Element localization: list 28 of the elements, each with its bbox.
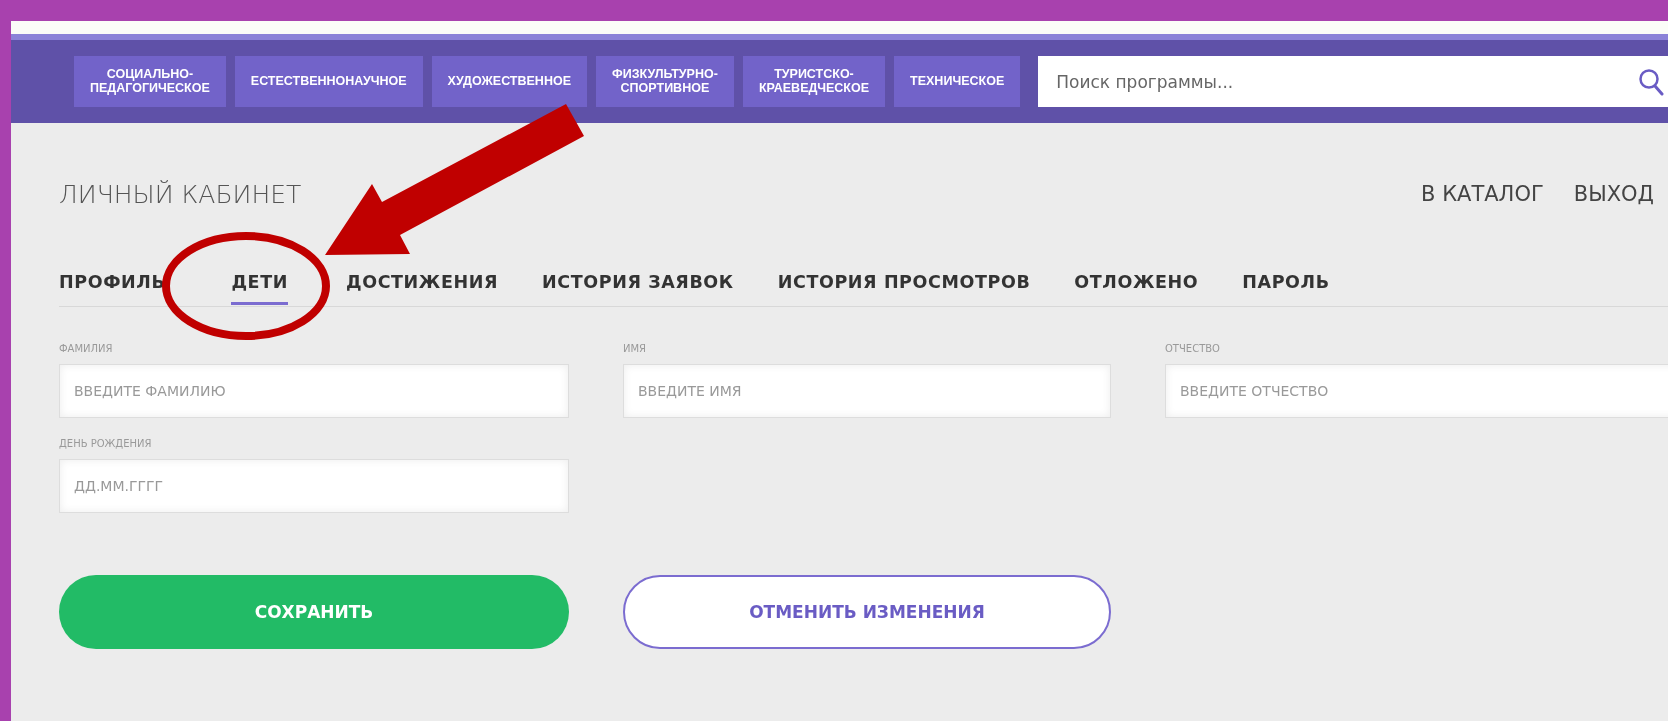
category-button[interactable]: ЕСТЕСТВЕННОНАУЧНОЕ xyxy=(234,56,423,107)
search-input[interactable]: Поиск программы... xyxy=(1054,70,1630,93)
field-label: ФАМИЛИЯ xyxy=(59,343,114,354)
input-field[interactable]: ДД.ММ.ГГГГ xyxy=(59,459,569,513)
tab[interactable]: ИСТОРИЯ ПРОСМОТРОВ xyxy=(777,271,1031,305)
category-button[interactable]: ХУДОЖЕСТВЕННОЕ xyxy=(431,56,587,107)
field-label: ДЕНЬ РОЖДЕНИЯ xyxy=(59,438,153,449)
tab[interactable]: ОТЛОЖЕНО xyxy=(1074,271,1199,305)
input-field[interactable]: ВВЕДИТЕ ФАМИЛИЮ xyxy=(59,364,569,418)
category-button[interactable]: ТЕХНИЧЕСКОЕ xyxy=(894,56,1021,107)
category-button[interactable]: ТУРИСТСКО- КРАЕВЕДЧЕСКОЕ xyxy=(742,56,886,107)
header-link[interactable]: В КАТАЛОГ xyxy=(1421,182,1544,206)
field-label: ИМЯ xyxy=(623,343,648,354)
page-title: ЛИЧНЫЙ КАБИНЕТ xyxy=(59,179,302,209)
search-icon[interactable] xyxy=(1638,67,1664,96)
field-label: ОТЧЕСТВО xyxy=(1165,343,1221,354)
category-button[interactable]: СОЦИАЛЬНО- ПЕДАГОГИЧЕСКОЕ xyxy=(74,56,226,107)
tab[interactable]: ПАРОЛЬ xyxy=(1242,271,1330,305)
header-link[interactable]: ВЫХОД xyxy=(1573,182,1654,206)
category-button[interactable]: ФИЗКУЛЬТУРНО- СПОРТИВНОЕ xyxy=(596,56,734,107)
input-field[interactable]: ВВЕДИТЕ ОТЧЕСТВО xyxy=(1165,364,1668,418)
search-field[interactable]: Поиск программы... xyxy=(1038,56,1668,107)
tab[interactable]: ИСТОРИЯ ЗАЯВОК xyxy=(542,271,734,305)
cancel-button[interactable]: ОТМЕНИТЬ ИЗМЕНЕНИЯ xyxy=(623,575,1111,649)
tab[interactable]: ПРОФИЛЬ xyxy=(59,271,166,305)
tab[interactable]: ДОСТИЖЕНИЯ xyxy=(345,271,498,305)
tab[interactable]: ДЕТИ xyxy=(231,271,288,305)
input-field[interactable]: ВВЕДИТЕ ИМЯ xyxy=(623,364,1111,418)
